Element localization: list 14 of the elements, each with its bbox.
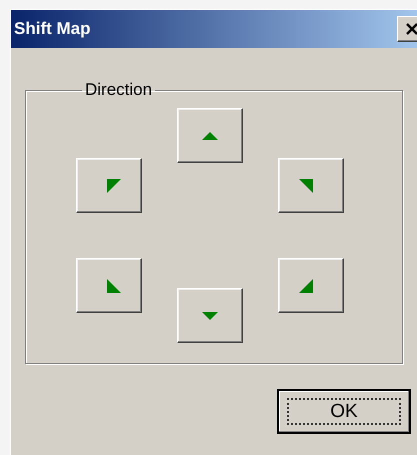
group-label: Direction bbox=[84, 80, 154, 100]
down-button[interactable] bbox=[177, 288, 243, 343]
window-title: Shift Map bbox=[14, 19, 90, 39]
ok-button[interactable]: OK bbox=[277, 389, 411, 434]
up-left-arrow-icon bbox=[107, 178, 121, 192]
up-right-button[interactable] bbox=[278, 158, 344, 213]
close-icon bbox=[404, 23, 417, 35]
down-left-arrow-icon bbox=[107, 278, 121, 292]
up-button[interactable] bbox=[177, 108, 243, 163]
down-left-button[interactable] bbox=[76, 258, 142, 313]
down-right-button[interactable] bbox=[278, 258, 344, 313]
down-right-arrow-icon bbox=[299, 278, 313, 292]
up-right-arrow-icon bbox=[299, 178, 313, 192]
up-left-button[interactable] bbox=[76, 158, 142, 213]
